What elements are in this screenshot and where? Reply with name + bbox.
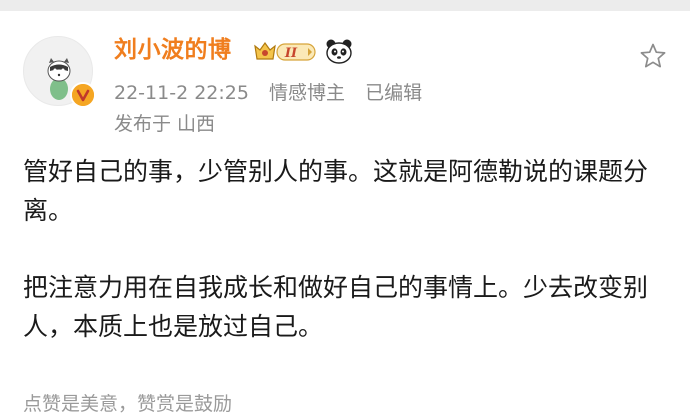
post-content: 管好自己的事，少管别人的事。这就是阿德勒说的课题分离。 把注意力用在自我成长和做… (23, 152, 668, 346)
author-name[interactable]: 刘小波的博 (114, 35, 232, 65)
content-paragraph: 把注意力用在自我成长和做好自己的事情上。少去改变别人，本质上也是放过自己。 (23, 273, 649, 341)
star-outline-icon[interactable] (639, 42, 667, 70)
user-tag: 情感博主 (269, 82, 346, 104)
post-location: 发布于 山西 (114, 111, 215, 137)
top-divider-bar (0, 0, 690, 11)
panda-badge-icon[interactable] (325, 38, 353, 64)
edited-label[interactable]: 已编辑 (365, 82, 422, 104)
crown-vip-badge-icon[interactable]: II (253, 39, 319, 63)
content-paragraph: 管好自己的事，少管别人的事。这就是阿德勒说的课题分离。 (23, 157, 649, 225)
location-prefix: 发布于 (114, 113, 172, 135)
location-name: 山西 (177, 113, 216, 135)
post-meta: 22-11-2 22:25 情感博主 已编辑 (114, 80, 436, 106)
post-timestamp: 22-11-2 22:25 (114, 82, 249, 104)
vip-level-text: II (284, 46, 298, 61)
verified-badge-icon (70, 82, 96, 108)
reward-hint: 点赞是美意，赞赏是鼓励 (23, 393, 233, 415)
